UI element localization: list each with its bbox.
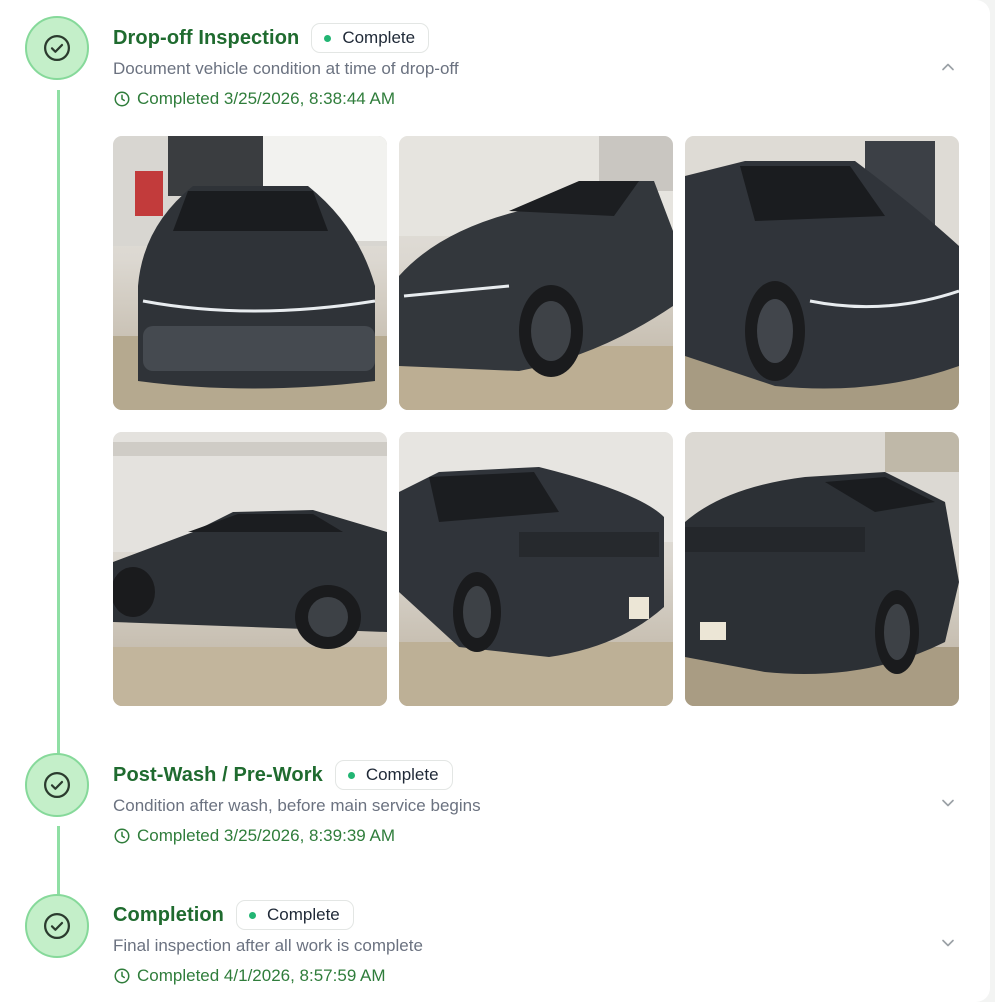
step-description: Condition after wash, before main servic… — [113, 796, 481, 815]
status-label: Complete — [267, 905, 340, 924]
chevron-down-icon[interactable] — [938, 793, 958, 813]
completed-text: Completed 3/25/2026, 8:38:44 AM — [137, 89, 396, 108]
check-circle-icon — [25, 894, 89, 958]
vehicle-photo[interactable] — [399, 136, 673, 410]
completed-timestamp: Completed 3/25/2026, 8:39:39 AM — [113, 822, 960, 850]
vehicle-photo[interactable] — [113, 432, 387, 706]
timeline-rail — [57, 826, 60, 896]
photo-grid — [113, 136, 959, 706]
completed-timestamp: Completed 4/1/2026, 8:57:59 AM — [113, 962, 960, 990]
vehicle-photo[interactable] — [399, 432, 673, 706]
completed-text: Completed 3/25/2026, 8:39:39 AM — [137, 826, 396, 845]
check-circle-icon — [25, 16, 89, 80]
step-completion[interactable]: Completion Complete Final inspection aft… — [113, 899, 960, 990]
status-dot — [347, 771, 355, 779]
status-badge: Complete — [334, 760, 453, 790]
clock-icon — [114, 91, 130, 107]
clock-icon — [114, 968, 130, 984]
completed-timestamp: Completed 3/25/2026, 8:38:44 AM — [113, 85, 960, 113]
status-dot — [324, 34, 332, 42]
status-label: Complete — [365, 765, 439, 784]
status-badge: Complete — [236, 900, 354, 930]
step-title: Drop-off Inspection — [113, 26, 300, 49]
chevron-down-icon[interactable] — [938, 933, 958, 953]
timeline-rail — [57, 90, 60, 755]
step-description: Final inspection after all work is compl… — [113, 936, 423, 955]
step-title: Completion — [113, 903, 224, 926]
status-dot — [249, 911, 256, 919]
completed-text: Completed 4/1/2026, 8:57:59 AM — [137, 966, 386, 985]
status-badge: Complete — [311, 23, 430, 53]
chevron-up-icon[interactable] — [938, 57, 958, 77]
step-description: Document vehicle condition at time of dr… — [113, 59, 459, 78]
check-circle-icon — [25, 753, 89, 817]
vehicle-photo[interactable] — [685, 136, 959, 410]
inspection-timeline: Drop-off Inspection Complete Document ve… — [0, 0, 990, 1002]
vehicle-photo[interactable] — [113, 136, 387, 410]
step-title: Post-Wash / Pre-Work — [113, 763, 323, 786]
step-drop-off-inspection[interactable]: Drop-off Inspection Complete Document ve… — [113, 22, 960, 113]
vehicle-photo[interactable] — [685, 432, 959, 706]
status-label: Complete — [342, 28, 416, 47]
clock-icon — [114, 828, 130, 844]
step-post-wash-pre-work[interactable]: Post-Wash / Pre-Work Complete Condition … — [113, 759, 960, 850]
